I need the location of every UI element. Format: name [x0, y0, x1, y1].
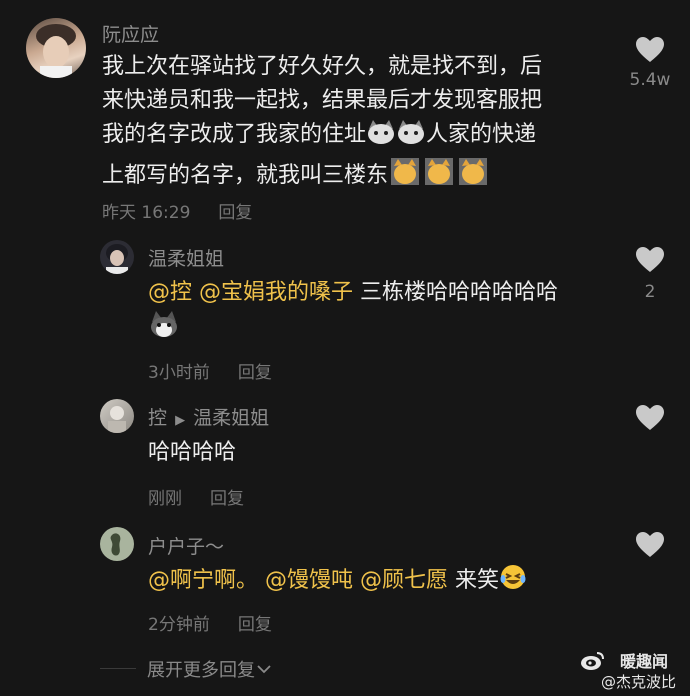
heart-icon — [636, 37, 664, 62]
username[interactable]: 阮应应 — [102, 20, 159, 47]
orange-cat-emoji — [422, 156, 456, 197]
reply-button[interactable]: 回复 — [238, 363, 272, 383]
comment-meta: 3小时前 回复 — [148, 358, 272, 383]
like-button[interactable] — [633, 246, 667, 273]
reply-button[interactable]: 回复 — [218, 203, 252, 223]
comment-text: 我上次在驿站找了好久好久，就是找不到，后 来快递员和我一起找，结果最后才发现客服… — [102, 50, 542, 197]
comment-line-3-text: 我的名字改成了我家的住址 — [102, 122, 367, 147]
timestamp: 刚刚 — [148, 489, 182, 509]
orange-cat-emoji — [456, 156, 490, 197]
username[interactable]: 户户子～ — [148, 532, 224, 559]
comment-line-5-text: 上都写的名字，就我叫三楼东 — [102, 163, 389, 188]
timestamp: 2分钟前 — [148, 615, 210, 635]
mention-link[interactable]: @馒馒吨 — [265, 568, 353, 593]
husky-emoji — [148, 310, 180, 349]
expand-replies-label: 展开更多回复 — [147, 660, 255, 681]
reply-button[interactable]: 回复 — [210, 489, 244, 509]
avatar[interactable] — [26, 18, 86, 78]
mention-link[interactable]: @啊宁啊。 — [148, 568, 258, 593]
avatar[interactable] — [100, 240, 134, 274]
comment-text: @控 @宝娟我的嗓子 三栋楼哈哈哈哈哈哈 — [148, 276, 558, 349]
mention-link[interactable]: @控 — [148, 280, 192, 305]
chevron-down-icon — [257, 658, 271, 679]
comment-line-4-text: 人家的快递 — [426, 122, 537, 147]
timestamp: 昨天 16:29 — [102, 203, 191, 223]
mention-link[interactable]: @顾七愿 — [360, 568, 448, 593]
reply-button[interactable]: 回复 — [238, 615, 272, 635]
username-reply: 控 ▶ 温柔姐姐 — [148, 403, 269, 430]
avatar[interactable] — [100, 399, 134, 433]
cat-face-emoji — [396, 119, 426, 156]
like-button[interactable] — [633, 36, 667, 63]
like-count: 2 — [644, 282, 656, 302]
laughing-tears-emoji — [499, 563, 527, 602]
timestamp: 3小时前 — [148, 363, 210, 383]
like-count: 5.4w — [629, 70, 671, 90]
comment-line-3: 我的名字改成了我家的住址 人家的快递 — [102, 118, 542, 156]
watermark-title: 暖趣闻 — [619, 652, 668, 671]
like-button[interactable] — [633, 404, 667, 431]
watermark-handle: @杰克波比 — [600, 673, 676, 691]
like-button[interactable] — [633, 531, 667, 558]
username[interactable]: 温柔姐姐 — [148, 244, 224, 271]
comment-text: 哈哈哈哈 — [148, 440, 237, 465]
orange-cat-emoji — [388, 156, 422, 197]
heart-icon — [636, 405, 664, 430]
comment-line-5: 上都写的名字，就我叫三楼东 — [102, 156, 542, 197]
heart-icon — [636, 247, 664, 272]
username[interactable]: 控 — [148, 407, 167, 429]
cat-face-emoji — [366, 119, 396, 156]
mention-link[interactable]: @宝娟我的嗓子 — [199, 280, 353, 305]
reply-text: 来笑 — [455, 568, 500, 593]
comment-line-2: 来快递员和我一起找，结果最后才发现客服把 — [102, 88, 543, 113]
reply-text: 三栋楼哈哈哈哈哈哈 — [360, 280, 559, 305]
heart-icon — [636, 532, 664, 557]
reply-arrow-icon: ▶ — [175, 413, 186, 428]
comment-meta: 昨天 16:29 回复 — [102, 198, 252, 223]
reply-to-username[interactable]: 温柔姐姐 — [193, 407, 269, 429]
comment-line-1: 我上次在驿站找了好久好久，就是找不到，后 — [102, 54, 543, 79]
comment-meta: 刚刚 回复 — [148, 484, 244, 509]
expand-replies-button[interactable]: 展开更多回复 — [147, 656, 271, 682]
comment-meta: 2分钟前 回复 — [148, 610, 272, 635]
divider-line — [100, 668, 136, 669]
comment-text: @啊宁啊。 @馒馒吨 @顾七愿 来笑 — [148, 563, 527, 602]
avatar[interactable] — [100, 527, 134, 561]
